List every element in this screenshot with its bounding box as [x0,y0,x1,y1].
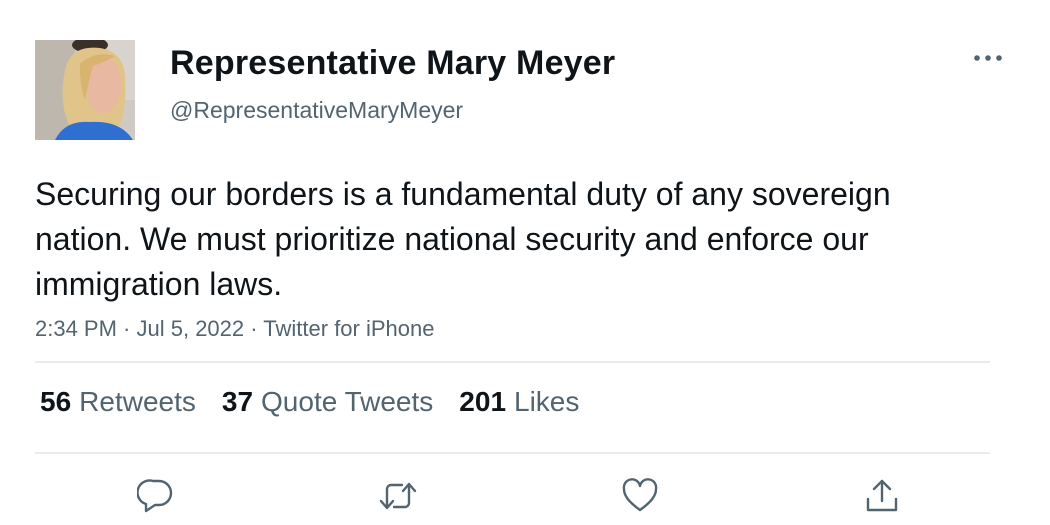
heart-icon [622,478,658,512]
likes-count: 201 [459,386,507,417]
like-button[interactable] [620,476,660,516]
user-handle[interactable]: @RepresentativeMaryMeyer [170,97,463,124]
retweets-count: 56 [40,386,72,417]
likes-label: Likes [514,386,580,417]
action-bar [0,470,1050,520]
tweet-card: Representative Mary Meyer @Representativ… [0,0,1050,525]
retweets-stat[interactable]: 56 Retweets [40,386,196,418]
reply-button[interactable] [136,476,176,516]
likes-stat[interactable]: 201 Likes [459,386,579,418]
tweet-text: Securing our borders is a fundamental du… [35,176,891,302]
quote-tweets-stat[interactable]: 37 Quote Tweets [222,386,433,418]
divider [35,452,990,454]
divider [35,361,990,363]
reply-icon [137,479,173,513]
profile-photo-icon [35,40,135,140]
meta-separator: · [116,316,137,341]
more-options-button[interactable] [970,44,1006,72]
share-icon [866,479,898,512]
tweet-metadata: 2:34 PM · Jul 5, 2022 · Twitter for iPho… [35,316,434,342]
tweet-time[interactable]: 2:34 PM [35,316,117,341]
display-name[interactable]: Representative Mary Meyer [170,44,615,83]
avatar[interactable] [35,40,135,140]
retweets-label: Retweets [79,386,196,417]
engagement-stats: 56 Retweets 37 Quote Tweets 201 Likes [40,386,605,418]
meta-separator: · [244,316,264,341]
more-dots-icon [974,55,1002,61]
share-button[interactable] [862,476,902,516]
tweet-source[interactable]: Twitter for iPhone [263,316,434,341]
retweet-button[interactable] [378,476,418,516]
quote-tweets-count: 37 [221,386,254,417]
quote-tweets-label: Quote Tweets [261,386,434,417]
tweet-date[interactable]: Jul 5, 2022 [137,316,245,341]
retweet-icon [379,482,417,510]
